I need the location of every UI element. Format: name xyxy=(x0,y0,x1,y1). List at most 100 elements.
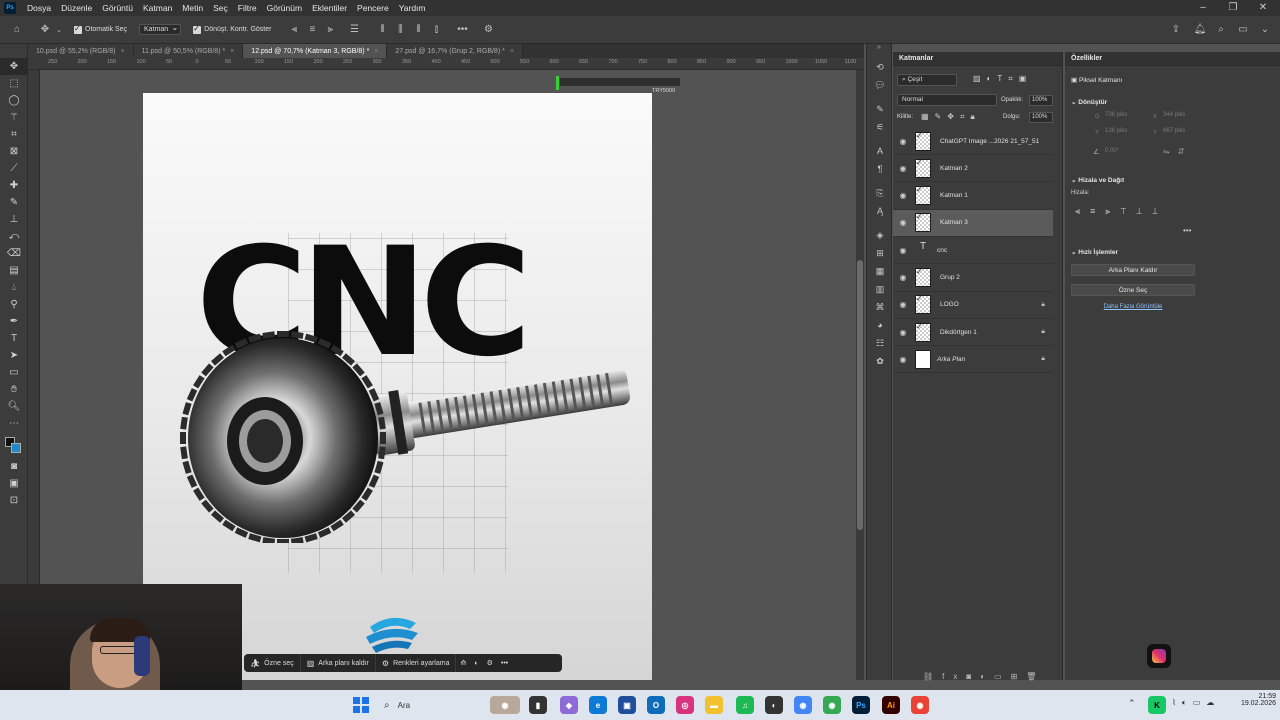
canvas-scrollbar[interactable] xyxy=(856,70,864,680)
layer-name[interactable]: cnc xyxy=(937,247,947,254)
widgets-icon[interactable]: ◉ xyxy=(490,696,520,714)
layer-filter-icons[interactable]: ▨◐T⌗▣ xyxy=(973,74,1032,84)
history-icon[interactable]: ⟲ xyxy=(867,58,893,76)
more-options-icon[interactable]: ••• xyxy=(497,654,512,672)
menu-type[interactable]: Metin xyxy=(177,3,208,13)
align-section[interactable]: ⌄ Hizala ve Dağıt xyxy=(1071,176,1124,184)
blur-tool-icon[interactable]: 💧︎ xyxy=(0,279,28,296)
height-input[interactable]: 136 piks xyxy=(1105,128,1145,138)
channels-icon[interactable]: ⊞ xyxy=(867,244,893,262)
distribute-icon[interactable]: ⦀ xyxy=(375,23,389,37)
layer-name[interactable]: LOGO xyxy=(940,301,959,308)
x-input[interactable]: 344 piks xyxy=(1163,112,1203,122)
layer-row[interactable]: ◉ ChatGPT Image ...2026 21_57_51 xyxy=(893,128,1053,155)
more-actions-link[interactable]: Daha Fazla Görüntüle xyxy=(1071,304,1195,310)
layer-row[interactable]: ◉ Katman 1 xyxy=(893,183,1053,210)
folder-icon[interactable]: ▬ xyxy=(705,696,723,714)
visibility-eye-icon[interactable]: ◉ xyxy=(893,355,913,364)
instagram-icon[interactable] xyxy=(1147,644,1171,668)
menu-help[interactable]: Yardım xyxy=(394,3,431,13)
chevron-down-icon[interactable]: ⌄ xyxy=(52,23,66,37)
windows-start-icon[interactable] xyxy=(352,696,370,714)
minimize-icon[interactable]: – xyxy=(1188,0,1218,16)
paragraph-icon[interactable]: ¶ xyxy=(867,160,893,178)
lock-icon[interactable]: 🔒︎ xyxy=(1041,355,1045,363)
comments-icon[interactable]: 💬︎ xyxy=(867,76,893,94)
gear-shaft-image[interactable] xyxy=(173,323,643,543)
visibility-eye-icon[interactable]: ◉ xyxy=(893,328,913,337)
visibility-eye-icon[interactable]: ◉ xyxy=(893,191,913,200)
quick-mask-icon[interactable]: ◙ xyxy=(0,458,28,475)
glyphs-icon[interactable]: Ą xyxy=(867,202,893,220)
notification-icon[interactable]: 🔔︎ xyxy=(1193,23,1207,37)
gradients-icon[interactable]: ▥ xyxy=(867,280,893,298)
close-tab-icon[interactable]: × xyxy=(510,48,514,55)
healing-brush-icon[interactable]: ✚ xyxy=(0,177,28,194)
menu-layer[interactable]: Katman xyxy=(138,3,177,13)
layer-row[interactable]: ◉ Katman 3 xyxy=(893,209,1053,237)
tab-doc-11[interactable]: 11.psd @ 50,5% (RGB/8) * × xyxy=(133,44,244,58)
clone-source-icon[interactable]: ⎘ xyxy=(867,184,893,202)
dodge-tool-icon[interactable]: ⚲ xyxy=(0,296,28,313)
align-bottom-icon[interactable]: ⫴ xyxy=(411,23,425,37)
opacity-input[interactable]: 100% xyxy=(1029,95,1053,106)
layer-name[interactable]: Katman 1 xyxy=(940,192,968,199)
width-input[interactable]: 736 piks xyxy=(1105,112,1145,122)
swatches-icon[interactable]: ▦ xyxy=(867,262,893,280)
more-tools-icon[interactable]: ⋯ xyxy=(0,415,28,432)
scrollbar-thumb[interactable] xyxy=(857,260,863,530)
illustrator-taskbar-icon[interactable]: Ai xyxy=(882,696,900,714)
menu-file[interactable]: Dosya xyxy=(22,3,56,13)
auto-select-target-dropdown[interactable]: Katman xyxy=(139,23,182,35)
layer-name[interactable]: Katman 2 xyxy=(940,165,968,172)
frame-tool-icon[interactable]: ⊠ xyxy=(0,143,28,160)
layer-actions[interactable]: ⛓fx◙◐▭⊞🗑︎ xyxy=(923,672,1045,681)
character-icon[interactable]: A xyxy=(867,142,893,160)
visibility-eye-icon[interactable]: ◉ xyxy=(893,273,913,282)
select-subject-button[interactable]: Özne Seç xyxy=(1071,284,1195,296)
align-center-icon[interactable]: ≡ xyxy=(305,23,319,37)
tab-doc-10[interactable]: 10.psd @ 55,2% (RGB/8) × xyxy=(28,44,134,58)
taskbar-clock[interactable]: 21:59 19.02.2026 xyxy=(1226,693,1276,707)
menu-edit[interactable]: Düzenle xyxy=(56,3,97,13)
background-color[interactable] xyxy=(11,443,21,453)
remove-background-button[interactable]: Arka Planı Kaldır xyxy=(1071,264,1195,276)
workspace-icon[interactable]: ▭ xyxy=(1236,23,1250,37)
photoshop-logo-icon[interactable]: Ps xyxy=(4,2,16,14)
visibility-eye-icon[interactable]: ◉ xyxy=(893,300,913,309)
move-tool-icon[interactable]: ✥ xyxy=(38,23,52,37)
github-icon[interactable]: ◐ xyxy=(765,696,783,714)
lock-icon[interactable]: 🔒︎ xyxy=(1041,301,1045,309)
angle-input[interactable]: 0,00° xyxy=(1105,148,1135,158)
fill-input[interactable]: 100% xyxy=(1029,112,1053,123)
properties-panel-title[interactable]: Özellikler xyxy=(1065,52,1280,66)
layer-row[interactable]: ◉ Tcnc xyxy=(893,237,1053,265)
system-tray-icons[interactable]: ⌇🔈︎▭☁ xyxy=(1172,698,1220,708)
close-icon[interactable]: ✕ xyxy=(1248,0,1278,16)
layer-name[interactable]: Katman 3 xyxy=(940,219,968,226)
menu-window[interactable]: Pencere xyxy=(352,3,394,13)
y-input[interactable]: 667 piks xyxy=(1163,128,1203,138)
visibility-eye-icon[interactable]: ◉ xyxy=(893,137,913,146)
path-select-icon[interactable]: ➤ xyxy=(0,347,28,364)
edit-toolbar-icon[interactable]: ⊡ xyxy=(0,492,28,509)
spotify-icon[interactable]: ♫ xyxy=(736,696,754,714)
move-tool-icon[interactable]: ✥ xyxy=(0,58,28,75)
layers-panel-title[interactable]: Katmanlar xyxy=(893,52,1062,66)
close-tab-icon[interactable]: × xyxy=(120,48,124,55)
distribute-vertical-icon[interactable]: ⫾ xyxy=(429,23,443,37)
photoshop-taskbar-icon[interactable]: Ps xyxy=(852,696,870,714)
close-tab-icon[interactable]: × xyxy=(374,48,378,55)
layer-row[interactable]: ◉ LOGO 🔒︎ xyxy=(893,292,1053,319)
libraries-icon[interactable]: ☷ xyxy=(867,334,893,352)
restore-icon[interactable]: ❐ xyxy=(1218,0,1248,16)
screen-mode-icon[interactable]: ▣ xyxy=(0,475,28,492)
align-left-icon[interactable]: ⫷ xyxy=(287,23,301,37)
tab-doc-12[interactable]: 12.psd @ 70,7% (Katman 3, RGB/8) * × xyxy=(243,44,388,58)
menu-select[interactable]: Seç xyxy=(208,3,233,13)
menu-view[interactable]: Görünüm xyxy=(262,3,307,13)
chrome-profile-icon[interactable]: ◉ xyxy=(823,696,841,714)
lock-icons[interactable]: ▦✎✥⌗🔒︎ xyxy=(921,112,981,122)
stamp-tool-icon[interactable]: ⊥ xyxy=(0,211,28,228)
lasso-tool-icon[interactable]: ◯ xyxy=(0,92,28,109)
